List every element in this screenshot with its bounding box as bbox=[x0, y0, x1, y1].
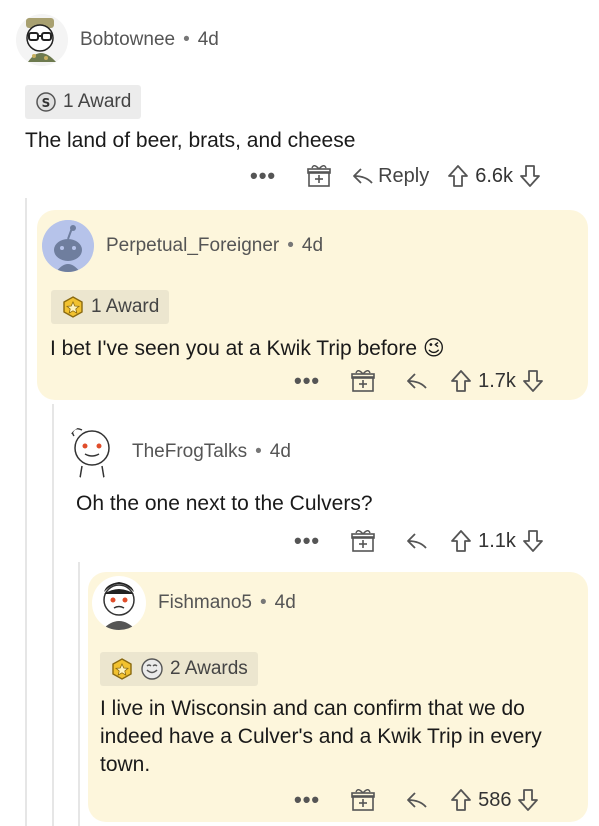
username[interactable]: TheFrogTalks bbox=[132, 441, 247, 463]
award-badge[interactable]: 1 Award bbox=[51, 290, 170, 324]
comment-actions: ••• Reply 6.6k bbox=[250, 161, 541, 191]
gold-award-icon bbox=[61, 295, 85, 319]
username[interactable]: Fishmano5 bbox=[158, 592, 252, 614]
thread-line-level-1[interactable] bbox=[25, 198, 27, 826]
award-badge[interactable]: 2 Awards bbox=[100, 652, 258, 686]
avatar[interactable] bbox=[42, 220, 94, 272]
comment-actions: ••• 586 bbox=[294, 785, 539, 815]
avatar[interactable] bbox=[64, 424, 120, 480]
comment-header: Perpetual_Foreigner • 4d bbox=[42, 220, 323, 272]
award-badge[interactable]: S 1 Award bbox=[25, 85, 142, 119]
vote-count: 1.7k bbox=[478, 369, 516, 392]
wholesome-award-icon bbox=[140, 657, 164, 681]
upvote-icon[interactable] bbox=[450, 369, 472, 393]
comment-age[interactable]: 4d bbox=[302, 235, 323, 257]
more-options-button[interactable]: ••• bbox=[294, 787, 320, 813]
downvote-icon[interactable] bbox=[517, 788, 539, 812]
comment-body: I bet I've seen you at a Kwik Trip befor… bbox=[50, 334, 580, 363]
award-count: 1 Award bbox=[63, 91, 132, 112]
separator-dot: • bbox=[183, 29, 190, 50]
comment-age[interactable]: 4d bbox=[198, 29, 219, 51]
downvote-icon[interactable] bbox=[522, 369, 544, 393]
reply-icon[interactable] bbox=[406, 371, 428, 391]
thread-line-level-3[interactable] bbox=[78, 562, 80, 826]
separator-dot: • bbox=[255, 441, 262, 462]
svg-text:S: S bbox=[42, 96, 51, 110]
silver-award-icon: S bbox=[35, 91, 57, 113]
avatar[interactable] bbox=[16, 14, 68, 66]
wink-emoji: 😉 bbox=[422, 336, 445, 360]
award-count: 1 Award bbox=[91, 296, 160, 317]
upvote-icon[interactable] bbox=[450, 788, 472, 812]
comment-body: The land of beer, brats, and cheese bbox=[25, 129, 356, 152]
username[interactable]: Perpetual_Foreigner bbox=[106, 235, 279, 257]
gift-award-icon[interactable] bbox=[350, 787, 376, 813]
avatar[interactable] bbox=[92, 576, 146, 630]
more-options-button[interactable]: ••• bbox=[294, 368, 320, 394]
comment-header: Fishmano5 • 4d bbox=[92, 576, 296, 630]
comment-body: Oh the one next to the Culvers? bbox=[76, 492, 373, 515]
comment-header: TheFrogTalks • 4d bbox=[64, 424, 291, 480]
gift-award-icon[interactable] bbox=[306, 163, 332, 189]
upvote-icon[interactable] bbox=[450, 529, 472, 553]
comment-age[interactable]: 4d bbox=[270, 441, 291, 463]
comment-age[interactable]: 4d bbox=[275, 592, 296, 614]
gift-award-icon[interactable] bbox=[350, 528, 376, 554]
separator-dot: • bbox=[260, 592, 267, 613]
reply-button[interactable]: Reply bbox=[352, 165, 429, 188]
more-options-button[interactable]: ••• bbox=[250, 163, 276, 189]
comment-actions: ••• 1.1k bbox=[294, 526, 544, 556]
separator-dot: • bbox=[287, 235, 294, 256]
more-options-button[interactable]: ••• bbox=[294, 528, 320, 554]
downvote-icon[interactable] bbox=[522, 529, 544, 553]
vote-count: 6.6k bbox=[475, 164, 514, 187]
upvote-icon[interactable] bbox=[447, 164, 469, 188]
thread-line-level-2[interactable] bbox=[52, 404, 54, 826]
reply-icon[interactable] bbox=[406, 790, 428, 810]
comment-body: I live in Wisconsin and can confirm that… bbox=[100, 697, 542, 776]
award-count: 2 Awards bbox=[170, 658, 248, 679]
reply-label: Reply bbox=[378, 164, 430, 187]
username[interactable]: Bobtownee bbox=[80, 29, 175, 51]
gold-award-icon bbox=[110, 657, 134, 681]
reply-icon bbox=[353, 168, 373, 184]
comment-actions: ••• 1.7k bbox=[294, 366, 544, 396]
vote-count: 1.1k bbox=[478, 529, 516, 552]
reply-icon[interactable] bbox=[406, 531, 428, 551]
gift-award-icon[interactable] bbox=[350, 368, 376, 394]
vote-count: 586 bbox=[478, 788, 512, 811]
comment-text: I bet I've seen you at a Kwik Trip befor… bbox=[50, 337, 418, 360]
comment-header: Bobtownee • 4d bbox=[16, 14, 219, 66]
downvote-icon[interactable] bbox=[519, 164, 541, 188]
